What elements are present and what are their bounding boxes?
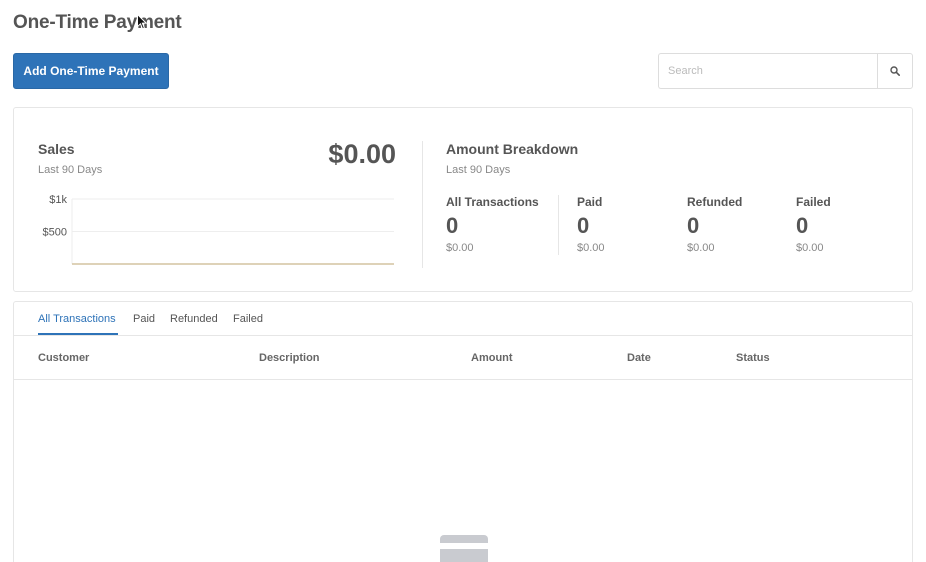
stat-amount: $0.00 — [577, 242, 605, 254]
search-button[interactable] — [877, 53, 913, 89]
y-tick-label: $1k — [49, 194, 67, 206]
stat-label: Paid — [577, 195, 603, 209]
tab-failed[interactable]: Failed — [233, 313, 263, 325]
stat-label: Refunded — [687, 195, 743, 209]
transactions-card: All Transactions Paid Refunded Failed Cu… — [13, 301, 913, 562]
stat-label: Failed — [796, 195, 831, 209]
column-header-status[interactable]: Status — [736, 352, 770, 364]
summary-card: Sales Last 90 Days $0.00 $1k $500 Amount … — [13, 107, 913, 292]
section-divider — [422, 141, 423, 268]
column-header-date[interactable]: Date — [627, 352, 651, 364]
stat-count: 0 — [446, 213, 459, 238]
sales-title: Sales — [38, 141, 75, 157]
y-tick-label: $500 — [43, 227, 67, 239]
tab-refunded[interactable]: Refunded — [170, 313, 218, 325]
stat-amount: $0.00 — [687, 242, 715, 254]
credit-card-icon — [440, 535, 488, 562]
stat-count: 0 — [577, 213, 590, 238]
stat-divider — [558, 195, 559, 255]
breakdown-title: Amount Breakdown — [446, 141, 579, 157]
search-icon — [890, 66, 900, 76]
page-title: One-Time Payment — [13, 12, 182, 33]
stat-refunded: Refunded 0 $0.00 — [687, 195, 742, 254]
stat-paid: Paid 0 $0.00 — [577, 195, 605, 254]
stat-count: 0 — [796, 213, 809, 238]
breakdown-period: Last 90 Days — [446, 164, 511, 176]
active-tab-indicator — [38, 333, 118, 335]
column-header-customer[interactable]: Customer — [38, 352, 89, 364]
transaction-tabs: All Transactions Paid Refunded Failed — [14, 302, 912, 336]
mouse-cursor-icon — [137, 14, 147, 30]
stat-amount: $0.00 — [796, 242, 824, 254]
column-header-description[interactable]: Description — [259, 352, 320, 364]
sales-chart: $1k $500 — [43, 194, 394, 265]
search-input[interactable] — [658, 53, 877, 89]
table-header: Customer Description Amount Date Status — [14, 336, 912, 380]
add-one-time-payment-button[interactable]: Add One-Time Payment — [13, 53, 169, 89]
sales-period: Last 90 Days — [38, 164, 103, 176]
sales-total: $0.00 — [328, 139, 396, 169]
column-header-amount[interactable]: Amount — [471, 352, 513, 364]
stat-label: All Transactions — [446, 195, 539, 209]
stat-amount: $0.00 — [446, 242, 474, 254]
stat-failed: Failed 0 $0.00 — [796, 195, 831, 254]
tab-paid[interactable]: Paid — [133, 313, 155, 325]
search-box — [658, 53, 913, 89]
stat-all-transactions: All Transactions 0 $0.00 — [446, 195, 539, 254]
stat-count: 0 — [687, 213, 700, 238]
tab-all-transactions[interactable]: All Transactions — [38, 313, 116, 325]
